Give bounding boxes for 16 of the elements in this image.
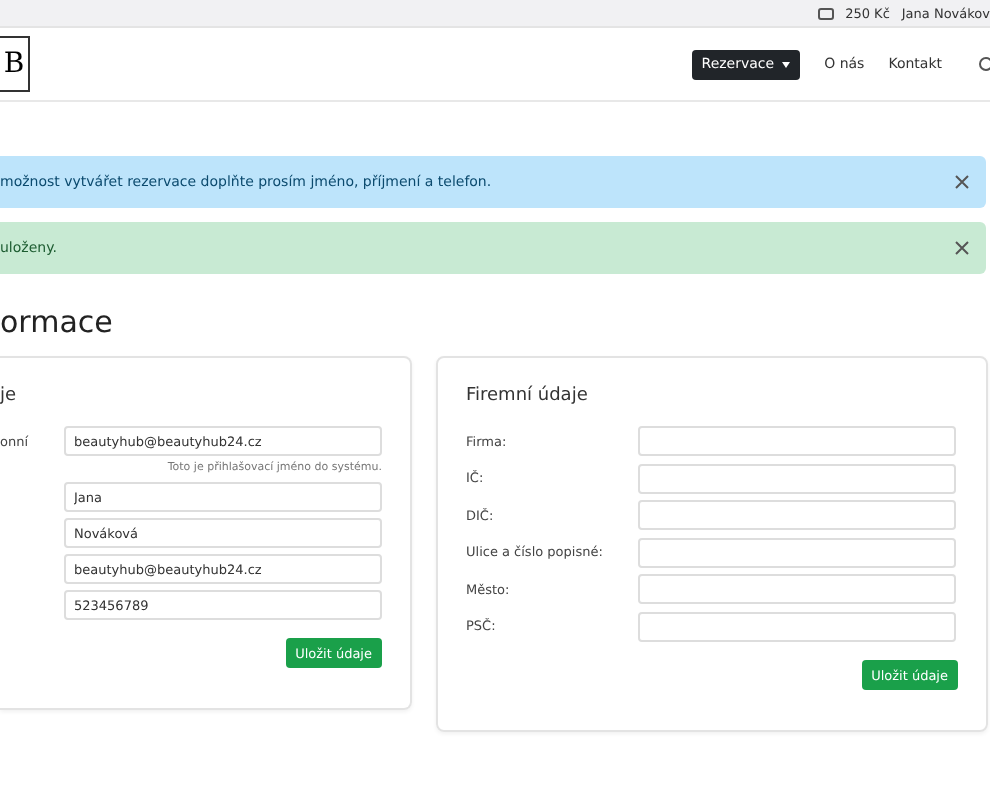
caret-icon [782,61,791,67]
input-field[interactable] [638,500,956,530]
input-field[interactable] [638,537,956,567]
close-button[interactable] [954,174,970,190]
wallet-icon [817,7,834,19]
close-icon [954,240,970,256]
page-heading: ormace [0,304,115,344]
close-button[interactable] [954,240,970,256]
close-icon [954,174,970,190]
input-field[interactable] [638,611,956,641]
logo[interactable]: B [0,36,30,92]
input-field[interactable] [638,463,956,493]
card-title: Firemní údaje [466,386,590,406]
card-title: je [0,386,19,406]
input-field[interactable] [638,574,956,604]
input-field[interactable] [638,426,956,456]
